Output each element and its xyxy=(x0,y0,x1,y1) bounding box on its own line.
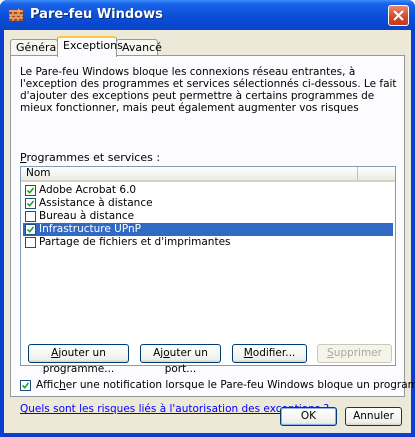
notification-checkbox[interactable] xyxy=(20,380,31,391)
title-bar[interactable]: Pare-feu Windows xyxy=(0,0,415,30)
item-checkbox[interactable] xyxy=(25,198,36,209)
item-label: Partage de fichiers et d'imprimantes xyxy=(39,236,231,248)
check-icon xyxy=(27,226,34,233)
list-header: Nom xyxy=(21,167,395,182)
item-checkbox[interactable] xyxy=(25,237,36,248)
item-label: Adobe Acrobat 6.0 xyxy=(39,184,137,196)
item-label: Assistance à distance xyxy=(39,197,153,209)
delete-button: Supprimer xyxy=(317,344,392,363)
column-header-nom[interactable]: Nom xyxy=(21,167,358,180)
item-checkbox[interactable] xyxy=(25,211,36,222)
cancel-button[interactable]: Annuler xyxy=(345,407,402,426)
item-checkbox[interactable] xyxy=(25,185,36,196)
list-item-selected[interactable]: Infrastructure UPnP xyxy=(23,223,393,236)
ok-button[interactable]: OK xyxy=(280,407,337,426)
tab-exceptions[interactable]: Exceptions xyxy=(57,36,123,57)
list-item[interactable]: Adobe Acrobat 6.0 xyxy=(23,184,393,197)
firewall-dialog: Pare-feu Windows Général Exceptions Avan… xyxy=(0,0,415,437)
programs-label: Programmes et services : xyxy=(20,151,161,164)
item-checkbox[interactable] xyxy=(25,224,36,235)
tab-general[interactable]: Général xyxy=(10,39,59,55)
add-port-button[interactable]: Ajouter un port... xyxy=(140,344,221,375)
tab-strip: Général Exceptions Avancé xyxy=(10,36,405,57)
list-item[interactable]: Partage de fichiers et d'imprimantes xyxy=(23,236,393,249)
description-text: Le Pare-feu Windows bloque les connexion… xyxy=(20,66,397,114)
list-item[interactable]: Assistance à distance xyxy=(23,197,393,210)
check-icon xyxy=(27,187,34,194)
item-label: Bureau à distance xyxy=(39,210,135,222)
modify-button[interactable]: Modifier... xyxy=(232,344,307,363)
close-icon xyxy=(393,10,404,21)
check-icon xyxy=(27,200,34,207)
add-program-button[interactable]: Ajouter un programme... xyxy=(28,344,129,375)
firewall-icon xyxy=(8,7,24,23)
exceptions-panel: Le Pare-feu Windows bloque les connexion… xyxy=(10,55,415,415)
item-label: Infrastructure UPnP xyxy=(39,223,142,235)
programs-list[interactable]: Nom Adobe Acrobat 6.0 Assistance à dista… xyxy=(20,166,396,366)
check-icon xyxy=(22,382,29,389)
window-title: Pare-feu Windows xyxy=(30,7,163,22)
dialog-client-area: Général Exceptions Avancé Le Pare-feu Wi… xyxy=(4,30,415,433)
close-button[interactable] xyxy=(388,5,409,26)
list-item[interactable]: Bureau à distance xyxy=(23,210,393,223)
notification-label: Afficher une notification lorsque le Par… xyxy=(36,379,415,391)
